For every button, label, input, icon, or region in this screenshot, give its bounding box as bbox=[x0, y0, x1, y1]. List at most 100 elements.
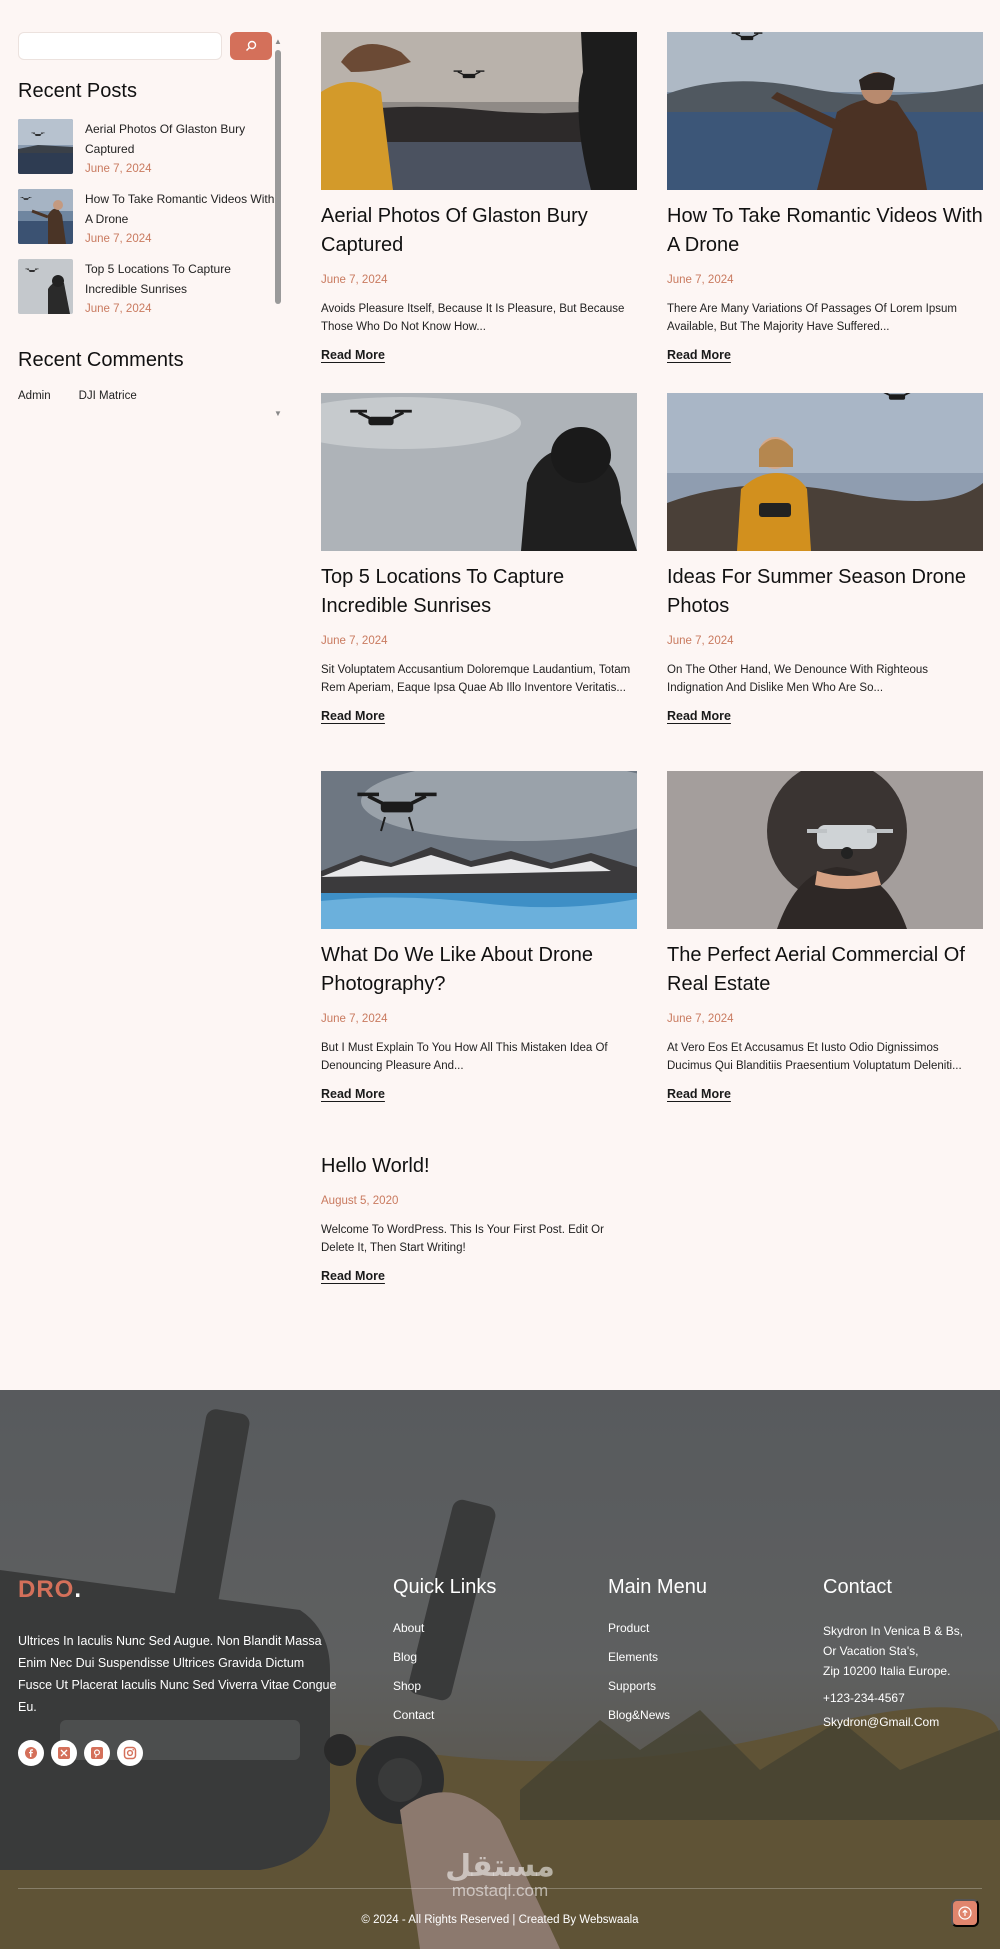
comment-author[interactable]: Admin bbox=[18, 390, 51, 402]
footer-divider bbox=[18, 1888, 982, 1889]
post-date: June 7, 2024 bbox=[321, 274, 388, 286]
brand-dot: . bbox=[74, 1576, 83, 1603]
post-image[interactable] bbox=[667, 32, 983, 190]
scroll-down-arrow-icon[interactable]: ▼ bbox=[274, 410, 282, 418]
post-title[interactable]: The Perfect Aerial Commercial Of Real Es… bbox=[667, 941, 983, 999]
read-more-link[interactable]: Read More bbox=[667, 709, 731, 723]
social-links bbox=[18, 1740, 143, 1766]
post-excerpt: But I Must Explain To You How All This M… bbox=[321, 1042, 608, 1072]
recent-post-date: June 7, 2024 bbox=[85, 163, 152, 175]
post-title[interactable]: Aerial Photos Of Glaston Bury Captured bbox=[321, 202, 637, 260]
search-input[interactable] bbox=[18, 32, 222, 60]
quick-links-heading: Quick Links bbox=[393, 1576, 497, 1598]
post-date: August 5, 2020 bbox=[321, 1195, 399, 1207]
footer-link-contact[interactable]: Contact bbox=[393, 1708, 496, 1737]
x-icon[interactable] bbox=[51, 1740, 77, 1766]
post-title[interactable]: How To Take Romantic Videos With A Drone bbox=[667, 202, 983, 260]
contact-email[interactable]: Skydron@Gmail.Com bbox=[823, 1715, 983, 1729]
search-icon bbox=[246, 40, 257, 51]
post-title[interactable]: Hello World! bbox=[321, 1152, 637, 1181]
main-menu-heading: Main Menu bbox=[608, 1576, 707, 1598]
recent-post-item[interactable]: Aerial Photos Of Glaston Bury Captured J… bbox=[18, 119, 282, 189]
copyright-text: © 2024 - All Rights Reserved | Created B… bbox=[361, 1914, 639, 1926]
footer-description: Ultrices In Iaculis Nunc Sed Augue. Non … bbox=[18, 1634, 337, 1714]
post-card: Hello World! August 5, 2020 Welcome To W… bbox=[321, 1140, 637, 1285]
recent-post-date: June 7, 2024 bbox=[85, 303, 152, 315]
post-card: How To Take Romantic Videos With A Drone… bbox=[667, 32, 983, 364]
post-date: June 7, 2024 bbox=[667, 274, 734, 286]
post-title[interactable]: Top 5 Locations To Capture Incredible Su… bbox=[321, 563, 637, 621]
recent-post-thumbnail[interactable] bbox=[18, 259, 73, 314]
post-image[interactable] bbox=[667, 771, 983, 929]
read-more-link[interactable]: Read More bbox=[321, 1269, 385, 1283]
sidebar: ▲ ▼ Recent Posts Aerial Photos Of Glasto… bbox=[18, 32, 282, 422]
post-title[interactable]: Ideas For Summer Season Drone Photos bbox=[667, 563, 983, 621]
recent-posts-list: Aerial Photos Of Glaston Bury Captured J… bbox=[18, 119, 282, 329]
footer-link-blog[interactable]: Blog bbox=[393, 1650, 496, 1679]
recent-comments-heading: Recent Comments bbox=[18, 349, 184, 371]
address-line: Or Vacation Sta's, bbox=[823, 1644, 919, 1658]
arrow-up-icon bbox=[958, 1906, 972, 1920]
recent-post-item[interactable]: Top 5 Locations To Capture Incredible Su… bbox=[18, 259, 282, 329]
address-line: Skydron In Venica B & Bs, bbox=[823, 1624, 964, 1638]
recent-post-title[interactable]: Aerial Photos Of Glaston Bury Captured bbox=[85, 119, 282, 159]
search-button[interactable] bbox=[230, 32, 272, 60]
quick-links-column: Quick Links About Blog Shop Contact bbox=[393, 1576, 496, 1737]
comment-post-link[interactable]: DJI Matrice bbox=[79, 390, 137, 402]
footer-link-elements[interactable]: Elements bbox=[608, 1650, 707, 1679]
footer-link-shop[interactable]: Shop bbox=[393, 1679, 496, 1708]
recent-post-date: June 7, 2024 bbox=[85, 233, 152, 245]
back-to-top-button[interactable] bbox=[951, 1899, 979, 1927]
instagram-icon[interactable] bbox=[117, 1740, 143, 1766]
post-image[interactable] bbox=[321, 771, 637, 929]
footer-link-supports[interactable]: Supports bbox=[608, 1679, 707, 1708]
contact-column: Contact Skydron In Venica B & Bs, Or Vac… bbox=[823, 1576, 983, 1729]
footer-brand-logo[interactable]: DRO. bbox=[18, 1576, 82, 1604]
post-image[interactable] bbox=[667, 393, 983, 551]
pinterest-icon[interactable] bbox=[84, 1740, 110, 1766]
address-line: Zip 10200 Italia Europe. bbox=[823, 1664, 951, 1678]
read-more-link[interactable]: Read More bbox=[321, 709, 385, 723]
recent-post-title[interactable]: How To Take Romantic Videos With A Drone bbox=[85, 189, 282, 229]
contact-address: Skydron In Venica B & Bs, Or Vacation St… bbox=[823, 1621, 983, 1681]
scrollbar-thumb[interactable] bbox=[275, 50, 281, 304]
post-card: The Perfect Aerial Commercial Of Real Es… bbox=[667, 771, 983, 1103]
post-card: Aerial Photos Of Glaston Bury Captured J… bbox=[321, 32, 637, 364]
contact-heading: Contact bbox=[823, 1576, 892, 1598]
recent-comment-item: Admin DJI Matrice bbox=[18, 390, 282, 402]
contact-phone[interactable]: +123-234-4567 bbox=[823, 1691, 983, 1705]
read-more-link[interactable]: Read More bbox=[321, 1087, 385, 1101]
post-excerpt: On The Other Hand, We Denounce With Righ… bbox=[667, 664, 929, 694]
sidebar-scrollbar[interactable]: ▲ ▼ bbox=[274, 38, 282, 418]
post-excerpt: There Are Many Variations Of Passages Of… bbox=[667, 303, 957, 333]
watermark-arabic: مستقل bbox=[445, 1849, 555, 1884]
recent-post-title[interactable]: Top 5 Locations To Capture Incredible Su… bbox=[85, 259, 282, 299]
recent-post-thumbnail[interactable] bbox=[18, 119, 73, 174]
post-excerpt: Avoids Pleasure Itself, Because It Is Pl… bbox=[321, 303, 625, 333]
footer-link-blog-news[interactable]: Blog&News bbox=[608, 1708, 707, 1737]
scroll-up-arrow-icon[interactable]: ▲ bbox=[274, 38, 282, 46]
search-form bbox=[18, 32, 282, 60]
read-more-link[interactable]: Read More bbox=[667, 348, 731, 362]
post-image[interactable] bbox=[321, 393, 637, 551]
post-card: Top 5 Locations To Capture Incredible Su… bbox=[321, 393, 637, 725]
recent-post-item[interactable]: How To Take Romantic Videos With A Drone… bbox=[18, 189, 282, 259]
post-card: What Do We Like About Drone Photography?… bbox=[321, 771, 637, 1103]
post-excerpt: At Vero Eos Et Accusamus Et Iusto Odio D… bbox=[667, 1042, 962, 1072]
post-excerpt: Welcome To WordPress. This Is Your First… bbox=[321, 1224, 604, 1254]
post-title[interactable]: What Do We Like About Drone Photography? bbox=[321, 941, 637, 999]
brand-name: DRO bbox=[18, 1576, 75, 1603]
post-excerpt: Sit Voluptatem Accusantium Doloremque La… bbox=[321, 664, 631, 694]
recent-post-thumbnail[interactable] bbox=[18, 189, 73, 244]
footer-link-about[interactable]: About bbox=[393, 1621, 496, 1650]
site-footer: DRO. Ultrices In Iaculis Nunc Sed Augue.… bbox=[0, 1390, 1000, 1949]
watermark-domain: mostaql.com bbox=[451, 1881, 549, 1900]
post-date: June 7, 2024 bbox=[667, 635, 734, 647]
post-date: June 7, 2024 bbox=[321, 635, 388, 647]
read-more-link[interactable]: Read More bbox=[667, 1087, 731, 1101]
post-image[interactable] bbox=[321, 32, 637, 190]
footer-link-product[interactable]: Product bbox=[608, 1621, 707, 1650]
mostaql-watermark: مستقل mostaql.com bbox=[430, 1852, 570, 1900]
facebook-icon[interactable] bbox=[18, 1740, 44, 1766]
read-more-link[interactable]: Read More bbox=[321, 348, 385, 362]
